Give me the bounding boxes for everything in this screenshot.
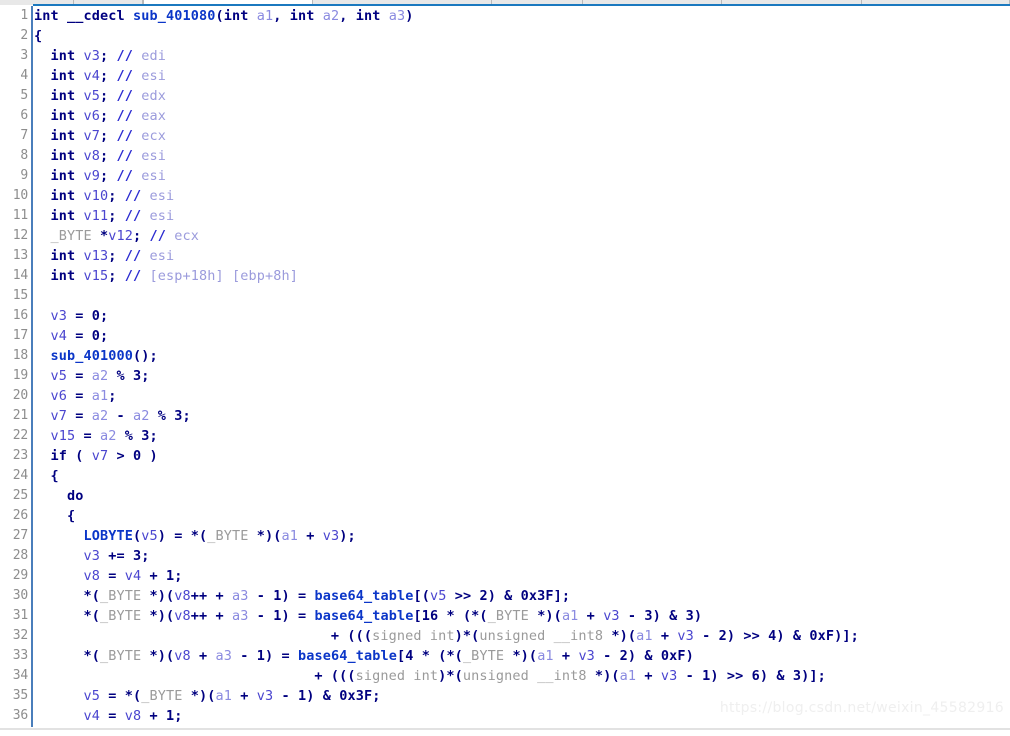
code-line[interactable]: v4 = 0; <box>34 326 1010 346</box>
code-line[interactable]: int v8; // esi <box>34 146 1010 166</box>
code-line[interactable]: + (((signed int)*(unsigned __int8 *)(a1 … <box>34 666 1010 686</box>
code-line[interactable]: int v4; // esi <box>34 66 1010 86</box>
line-number: 27 <box>12 528 28 543</box>
code-line[interactable]: { <box>34 26 1010 46</box>
code-line[interactable]: int v5; // edx <box>34 86 1010 106</box>
line-number: 31 <box>12 608 28 623</box>
line-number: 12 <box>12 228 28 243</box>
code-line[interactable]: v3 = 0; <box>34 306 1010 326</box>
line-number: 30 <box>12 588 28 603</box>
editor-bottom-border <box>0 728 1010 730</box>
code-line[interactable] <box>34 286 1010 306</box>
code-line[interactable]: LOBYTE(v5) = *(_BYTE *)(a1 + v3); <box>34 526 1010 546</box>
line-number: 4 <box>20 68 28 83</box>
code-line[interactable]: int v10; // esi <box>34 186 1010 206</box>
code-line[interactable]: { <box>34 466 1010 486</box>
line-number: 24 <box>12 468 28 483</box>
line-number: 8 <box>20 148 28 163</box>
code-line[interactable]: *(_BYTE *)(v8 + a3 - 1) = base64_table[4… <box>34 646 1010 666</box>
code-line[interactable]: + (((signed int)*(unsigned __int8 *)(a1 … <box>34 626 1010 646</box>
line-number: 28 <box>12 548 28 563</box>
line-number: 5 <box>20 88 28 103</box>
line-number: 25 <box>12 488 28 503</box>
line-number: 11 <box>12 208 28 223</box>
watermark-text: https://blog.csdn.net/weixin_45582916 <box>719 700 1004 716</box>
code-line[interactable]: v8 = v4 + 1; <box>34 566 1010 586</box>
line-number: 13 <box>12 248 28 263</box>
code-line[interactable]: v6 = a1; <box>34 386 1010 406</box>
code-line[interactable]: int v13; // esi <box>34 246 1010 266</box>
line-number: 10 <box>12 188 28 203</box>
line-number: 6 <box>20 108 28 123</box>
line-number: 33 <box>12 648 28 663</box>
line-number: 17 <box>12 328 28 343</box>
line-number: 22 <box>12 428 28 443</box>
line-number: 23 <box>12 448 28 463</box>
code-line[interactable]: { <box>34 506 1010 526</box>
code-text-area[interactable]: int __cdecl sub_401080(int a1, int a2, i… <box>34 6 1010 730</box>
code-line[interactable]: _BYTE *v12; // ecx <box>34 226 1010 246</box>
code-line[interactable]: int v15; // [esp+18h] [ebp+8h] <box>34 266 1010 286</box>
code-line[interactable]: do <box>34 486 1010 506</box>
code-line[interactable]: v15 = a2 % 3; <box>34 426 1010 446</box>
gutter-separator-rule <box>31 6 33 727</box>
code-line[interactable]: *(_BYTE *)(v8++ + a3 - 1) = base64_table… <box>34 586 1010 606</box>
line-number-gutter: 1 2 3 4 5 6 7 8 9 10 11 12 13 14 15 16 17 18 19 20 21 22 23 24 2… <box>0 6 31 730</box>
line-number: 20 <box>12 388 28 403</box>
line-number: 16 <box>12 308 28 323</box>
line-number: 1 <box>20 8 28 23</box>
code-line[interactable]: int v6; // eax <box>34 106 1010 126</box>
code-line[interactable]: v5 = a2 % 3; <box>34 366 1010 386</box>
code-line[interactable]: int v9; // esi <box>34 166 1010 186</box>
line-number: 29 <box>12 568 28 583</box>
line-number: 9 <box>20 168 28 183</box>
line-number: 35 <box>12 688 28 703</box>
code-line[interactable]: int v7; // ecx <box>34 126 1010 146</box>
line-number: 21 <box>12 408 28 423</box>
line-number: 32 <box>12 628 28 643</box>
pseudocode-editor[interactable]: 1 2 3 4 5 6 7 8 9 10 11 12 13 14 15 16 17 18 19 20 21 22 23 24 2… <box>0 6 1010 730</box>
line-number: 34 <box>12 668 28 683</box>
line-number: 3 <box>20 48 28 63</box>
line-number: 19 <box>12 368 28 383</box>
line-number: 7 <box>20 128 28 143</box>
line-number: 14 <box>12 268 28 283</box>
code-line[interactable]: *(_BYTE *)(v8++ + a3 - 1) = base64_table… <box>34 606 1010 626</box>
line-number: 26 <box>12 508 28 523</box>
code-line[interactable]: int v3; // edi <box>34 46 1010 66</box>
line-number: 2 <box>20 28 28 43</box>
code-line[interactable]: sub_401000(); <box>34 346 1010 366</box>
line-number: 36 <box>12 708 28 723</box>
code-line[interactable]: int v11; // esi <box>34 206 1010 226</box>
code-line[interactable]: v3 += 3; <box>34 546 1010 566</box>
code-line[interactable]: if ( v7 > 0 ) <box>34 446 1010 466</box>
line-number: 18 <box>12 348 28 363</box>
code-line[interactable]: int __cdecl sub_401080(int a1, int a2, i… <box>34 6 1010 26</box>
line-number: 15 <box>12 288 28 303</box>
code-line[interactable]: v7 = a2 - a2 % 3; <box>34 406 1010 426</box>
